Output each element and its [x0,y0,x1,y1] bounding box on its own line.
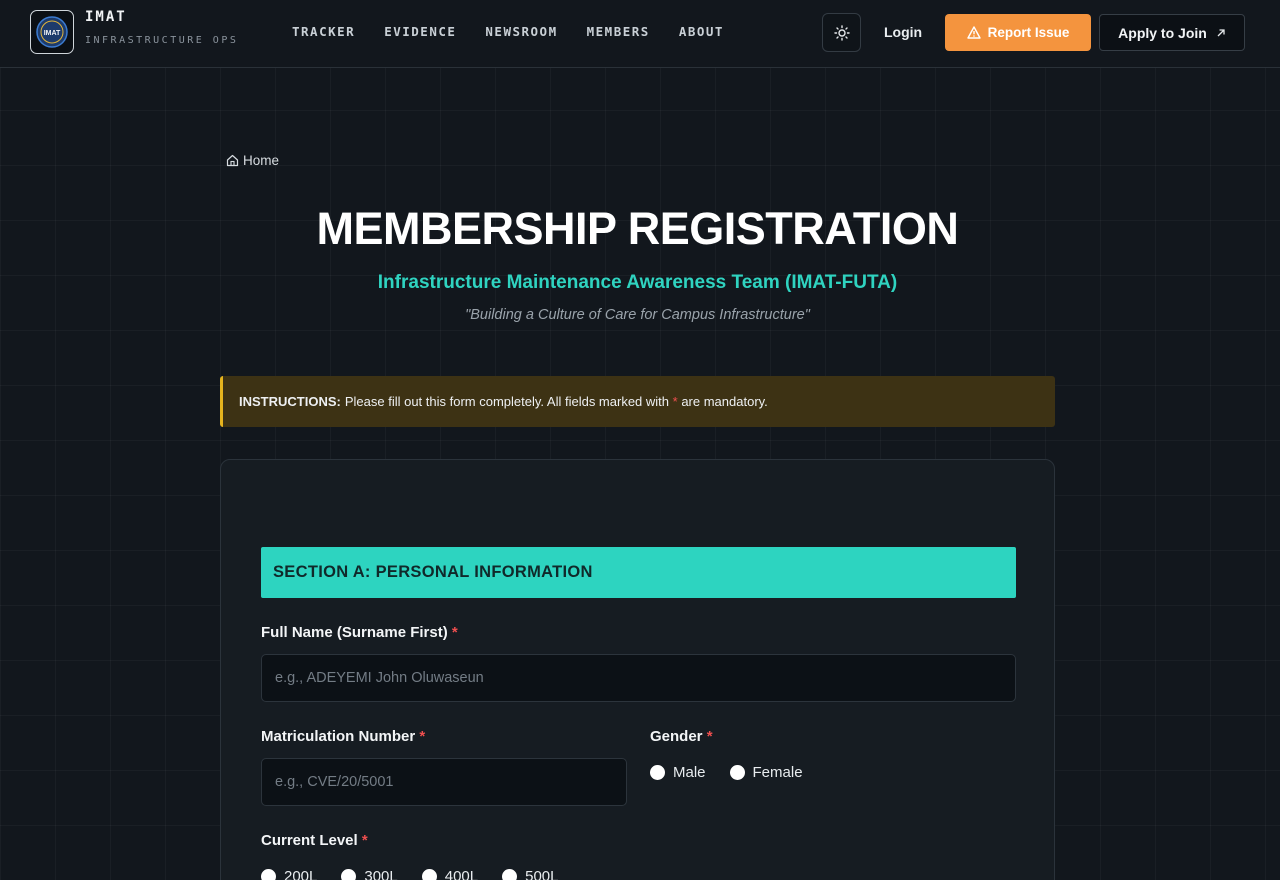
brand-subtitle: INFRASTRUCTURE OPS [85,35,239,46]
nav-members[interactable]: MEMBERS [587,24,650,39]
full-name-input[interactable] [261,654,1016,702]
radio-button[interactable] [421,869,437,880]
report-issue-button[interactable]: Report Issue [945,14,1091,51]
report-issue-label: Report Issue [987,25,1070,40]
required-marker: * [419,728,426,745]
gender-option-female[interactable]: Female [729,764,803,781]
warning-triangle-icon [966,26,981,39]
level-radio-group: 200L 300L 400L 500L [261,868,583,880]
required-marker: * [706,728,713,745]
level-option-400l[interactable]: 400L [421,868,478,880]
breadcrumb-home: Home [243,153,280,168]
main-nav: TRACKER EVIDENCE NEWSROOM MEMBERS ABOUT [292,24,753,39]
gender-label: Gender * [650,728,713,745]
home-icon [226,154,239,167]
full-name-label: Full Name (Surname First) * [261,624,458,641]
apply-to-join-label: Apply to Join [1118,24,1207,41]
nav-about[interactable]: ABOUT [679,24,724,39]
instructions-text: Please fill out this form completely. Al… [344,394,670,409]
logo[interactable]: IMAT [30,10,74,54]
breadcrumb[interactable]: Home [226,153,279,168]
matric-number-label: Matriculation Number * [261,728,426,745]
logo-emblem-icon: IMAT [36,16,68,48]
nav-evidence[interactable]: EVIDENCE [384,24,456,39]
top-navigation-bar: IMAT IMAT INFRASTRUCTURE OPS TRACKER EVI… [0,0,1280,68]
apply-to-join-button[interactable]: Apply to Join [1099,14,1245,51]
organization-subtitle: Infrastructure Maintenance Awareness Tea… [377,272,898,293]
theme-toggle-button[interactable] [822,13,861,52]
level-option-500l[interactable]: 500L [502,868,559,880]
level-option-300l[interactable]: 300L [341,868,398,880]
login-link[interactable]: Login [884,24,922,40]
instructions-prefix: INSTRUCTIONS: [239,394,341,409]
current-level-label: Current Level * [261,832,368,849]
level-option-200l[interactable]: 200L [261,868,317,880]
gender-option-male[interactable]: Male [650,764,706,781]
instructions-banner: INSTRUCTIONS: Please fill out this form … [220,376,1055,427]
radio-button[interactable] [502,869,518,880]
radio-button[interactable] [341,869,357,880]
required-marker: * [451,624,458,641]
required-marker: * [361,832,368,849]
matric-number-input[interactable] [261,758,627,806]
tagline: "Building a Culture of Care for Campus I… [465,307,810,323]
sun-icon [833,24,850,41]
radio-button[interactable] [729,765,745,780]
registration-form-card: SECTION A: PERSONAL INFORMATION Full Nam… [220,459,1055,880]
brand-name: IMAT [85,9,127,25]
arrow-up-right-icon [1217,28,1225,36]
instructions-text-end: are mandatory. [681,394,768,409]
gender-radio-group: Male Female [650,764,827,781]
nav-tracker[interactable]: TRACKER [292,24,355,39]
radio-button[interactable] [261,869,276,880]
section-a-header: SECTION A: PERSONAL INFORMATION [261,547,1016,598]
page-title: MEMBERSHIP REGISTRATION [316,203,959,254]
radio-button[interactable] [650,765,665,780]
logo-text: IMAT [44,30,61,37]
nav-newsroom[interactable]: NEWSROOM [485,24,557,39]
required-marker: * [672,394,678,409]
